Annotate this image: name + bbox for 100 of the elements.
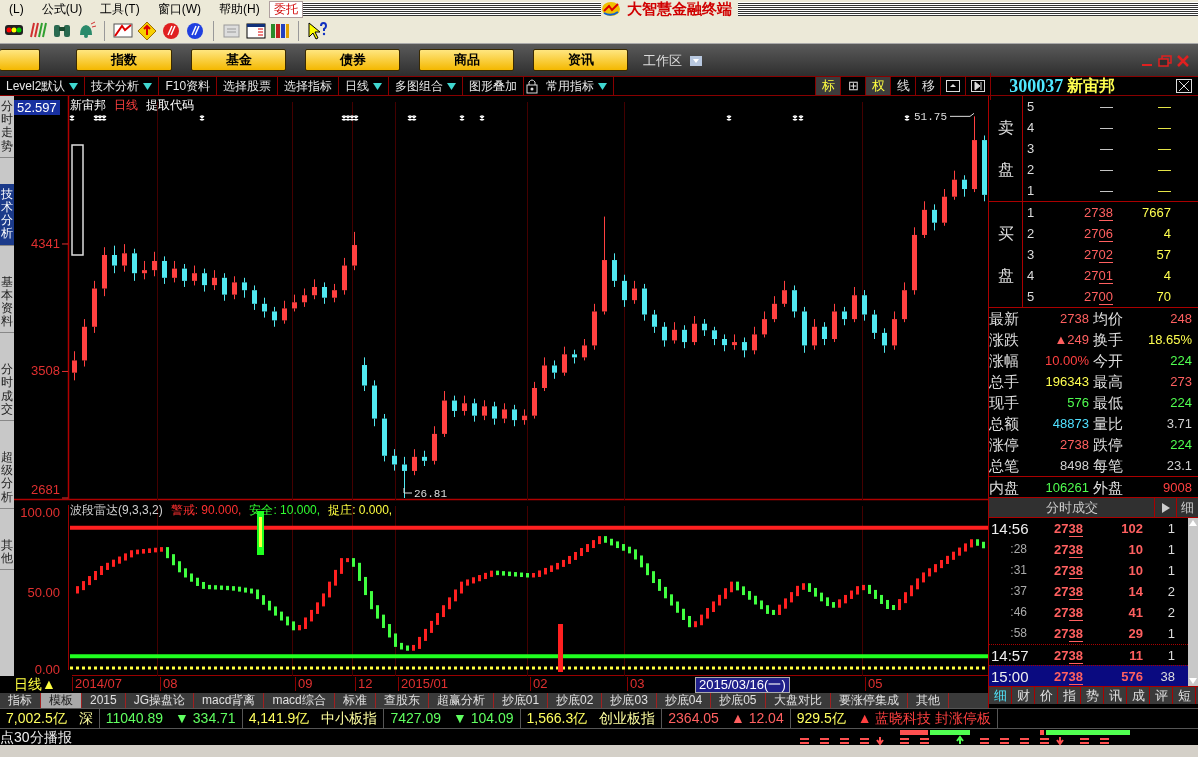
window-icon[interactable] xyxy=(246,20,266,41)
dropdown-icon[interactable] xyxy=(373,81,383,91)
panel-tab[interactable]: 细 xyxy=(989,687,1012,704)
stat-label: 现手 xyxy=(989,393,1020,413)
play-icon[interactable] xyxy=(1160,501,1171,514)
menu-item[interactable]: 工具(T) xyxy=(91,0,149,18)
stat-label: 量比 xyxy=(1093,414,1124,434)
help-pointer-icon[interactable] xyxy=(307,20,327,41)
lock-icon[interactable] xyxy=(524,78,541,94)
period-label[interactable]: 日线▲ xyxy=(14,676,56,692)
dropdown-icon[interactable] xyxy=(598,81,608,91)
candle xyxy=(822,321,827,346)
candle xyxy=(192,265,197,286)
tick-row[interactable]: :37 2738 14 2 xyxy=(989,581,1188,602)
indicator-tab[interactable]: 模板 xyxy=(41,693,82,708)
panel-tab[interactable]: 成 xyxy=(1127,687,1150,704)
view-button[interactable]: 权 xyxy=(865,77,891,95)
function-tab[interactable]: 日线 xyxy=(339,77,390,95)
legend-item: 日线 xyxy=(114,97,138,114)
slashed-circle-icon[interactable] xyxy=(185,20,205,41)
collapse-icon[interactable] xyxy=(946,80,961,92)
side-tab[interactable]: 分时成交 xyxy=(0,359,14,421)
side-tab[interactable]: 基本资料 xyxy=(0,271,14,334)
dropdown-icon[interactable] xyxy=(447,81,457,91)
price-value: 2702 xyxy=(1083,246,1113,265)
nav-button[interactable] xyxy=(0,49,40,71)
view-button[interactable]: 标 xyxy=(815,77,841,95)
axis-label: 50.00 xyxy=(27,585,60,600)
function-tab[interactable]: 选择指标 xyxy=(278,77,340,95)
menu-item[interactable]: 窗口(W) xyxy=(148,0,210,18)
trade-button[interactable]: 委托 xyxy=(268,0,303,18)
slashed-disc-icon[interactable] xyxy=(161,20,181,41)
view-button[interactable]: 移 xyxy=(915,77,941,95)
ticker-item: 2364.05 xyxy=(667,709,720,728)
stat-value: 18.65% xyxy=(1146,331,1193,349)
candle xyxy=(502,402,507,424)
panel-tab[interactable]: 讯 xyxy=(1104,687,1127,704)
stat-value: 224 xyxy=(1169,394,1193,412)
candle xyxy=(322,281,327,305)
volume-value: 7667 xyxy=(1141,204,1171,222)
tick-row[interactable]: :28 2738 10 1 xyxy=(989,539,1188,560)
axis-label: 3508 xyxy=(31,363,60,379)
diamond-icon[interactable] xyxy=(137,20,157,41)
price-value: 2701 xyxy=(1083,267,1113,286)
candle xyxy=(762,310,767,338)
function-tab[interactable]: Level2默认 xyxy=(0,77,86,95)
candle xyxy=(892,310,897,351)
function-tab[interactable]: F10资料 xyxy=(159,77,218,95)
nav-button[interactable]: 债券 xyxy=(305,49,400,71)
level-number: 3 xyxy=(1026,246,1036,264)
tick-row[interactable]: :58 2738 29 1 xyxy=(989,623,1188,644)
menu-item[interactable]: 公式(U) xyxy=(32,0,92,18)
panel-tab[interactable]: 评 xyxy=(1150,687,1173,704)
candle xyxy=(162,255,167,285)
side-tab[interactable]: 技术分析 xyxy=(0,183,14,246)
dropdown-icon[interactable] xyxy=(69,81,79,91)
stat-label: 今开 xyxy=(1093,351,1124,371)
side-tab[interactable]: 超级分析 xyxy=(0,447,14,509)
panel-tab[interactable]: 指 xyxy=(1058,687,1081,704)
candle xyxy=(622,274,627,308)
nav-button[interactable]: 商品 xyxy=(419,49,514,71)
price-value: — xyxy=(1099,119,1113,137)
stat-value: 3.71 xyxy=(1165,415,1193,433)
nav-button[interactable]: 指数 xyxy=(76,49,172,71)
function-tab[interactable]: 图形叠加 xyxy=(463,77,525,95)
nav-button[interactable]: 基金 xyxy=(191,49,286,71)
candle xyxy=(962,174,967,198)
panel-tab[interactable]: 财 xyxy=(1012,687,1035,704)
stat-value: 9008 xyxy=(1162,479,1193,497)
panel-tab[interactable]: 势 xyxy=(1081,687,1104,704)
stat-label: 最低 xyxy=(1093,393,1124,413)
side-tab[interactable]: 其他 xyxy=(0,534,14,571)
menu-item[interactable]: 帮助(H) xyxy=(210,0,269,18)
workspace-menu[interactable]: 工作区 xyxy=(643,51,682,71)
candle xyxy=(282,300,287,325)
candle xyxy=(232,275,237,300)
restore-icon[interactable] xyxy=(1158,55,1172,67)
tick-row[interactable]: :46 2738 41 2 xyxy=(989,602,1188,623)
menu-item[interactable]: (L) xyxy=(0,0,33,18)
candle xyxy=(722,333,727,352)
stat-value: 106261 xyxy=(1044,479,1090,497)
function-tab[interactable]: 技术分析 xyxy=(85,77,160,95)
nav-button[interactable]: 资讯 xyxy=(533,49,628,71)
next-icon[interactable] xyxy=(971,80,986,92)
view-button[interactable]: 线 xyxy=(890,77,916,95)
legend-item: 安全: 10.000, xyxy=(249,502,321,519)
tick-row[interactable]: :31 2738 10 1 xyxy=(989,560,1188,581)
tick-row[interactable]: 14:56 2738 102 1 xyxy=(989,518,1188,539)
stat-value: 273 xyxy=(1169,373,1193,391)
info-marker xyxy=(459,114,465,122)
detail-button[interactable]: 细 xyxy=(1176,498,1198,517)
panel-tab[interactable]: 短 xyxy=(1173,687,1196,704)
dropdown-icon[interactable] xyxy=(143,81,153,91)
function-tab[interactable]: 选择股票 xyxy=(217,77,279,95)
panel-tab[interactable]: 价 xyxy=(1035,687,1058,704)
dropdown-icon[interactable] xyxy=(690,55,702,66)
tick-row[interactable]: 15:00 2738 576 38 xyxy=(989,665,1188,686)
legend-item: 波段雷达(9,3,3,2) xyxy=(70,502,163,519)
function-tab[interactable]: 常用指标 xyxy=(540,77,615,95)
function-tab[interactable]: 多图组合 xyxy=(389,77,464,95)
